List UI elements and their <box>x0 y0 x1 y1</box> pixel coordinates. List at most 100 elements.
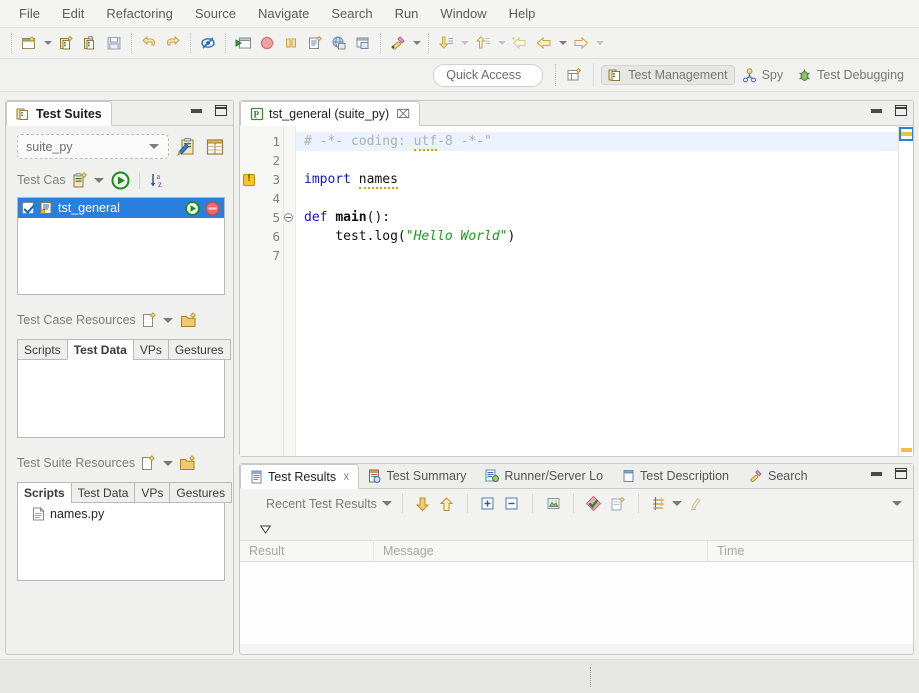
redo-icon[interactable] <box>161 31 185 55</box>
menu-item-help[interactable]: Help <box>498 2 547 25</box>
test-suite-resources-dropdown-arrow-icon[interactable] <box>161 452 174 474</box>
code-line[interactable]: def main(): <box>304 208 898 227</box>
run-icon[interactable] <box>185 200 200 216</box>
hide-annotations-icon[interactable] <box>196 31 220 55</box>
screenshot-icon[interactable] <box>541 492 565 516</box>
maximize-icon[interactable] <box>895 468 907 479</box>
test-case-dropdown-arrow-icon[interactable] <box>93 169 106 191</box>
new-folder-icon-2[interactable] <box>179 454 196 472</box>
new-resource-icon-2[interactable] <box>140 454 156 472</box>
recent-results-dropdown-arrow-icon[interactable] <box>381 493 394 515</box>
tab-test-data[interactable]: Test Data <box>66 339 133 360</box>
menu-item-file[interactable]: File <box>8 2 51 25</box>
forward-icon[interactable] <box>569 31 593 55</box>
new-folder-icon[interactable] <box>180 311 197 329</box>
perspective-spy[interactable]: Spy <box>735 65 791 86</box>
tab-suite-vps[interactable]: VPs <box>134 482 170 503</box>
pause-icon[interactable] <box>279 31 303 55</box>
new-test-suite-icon[interactable] <box>54 31 78 55</box>
expand-all-icon[interactable] <box>476 492 500 516</box>
tab-test-description[interactable]: Test Description <box>613 463 739 488</box>
minimize-icon[interactable] <box>871 108 882 113</box>
code-line[interactable] <box>304 189 898 208</box>
run-application-icon[interactable] <box>231 31 255 55</box>
maximize-icon[interactable] <box>895 105 907 116</box>
code-area[interactable]: 1 2 3 4 5 6 7 # -*- coding: utf-8 -*-" i… <box>240 126 913 456</box>
warning-icon[interactable] <box>243 173 255 186</box>
edit-suite-icon[interactable] <box>177 137 197 157</box>
new-script-icon[interactable] <box>303 31 327 55</box>
stop-icon[interactable] <box>205 200 220 216</box>
collapse-all-icon[interactable] <box>500 492 524 516</box>
list-item[interactable]: names.py <box>18 503 224 521</box>
test-case-resources-dropdown-arrow-icon[interactable] <box>162 309 175 331</box>
step-into-dropdown-arrow-icon[interactable] <box>458 32 471 54</box>
compare-dropdown-arrow-icon[interactable] <box>671 493 684 515</box>
tab-search[interactable]: Search <box>739 463 818 488</box>
code-line[interactable]: # -*- coding: utf-8 -*-" <box>296 132 898 151</box>
tab-suite-gestures[interactable]: Gestures <box>169 482 233 503</box>
code-line[interactable]: import names <box>304 170 898 189</box>
minimize-icon[interactable] <box>871 471 882 476</box>
up-arrow-icon[interactable] <box>435 492 459 516</box>
tab-gestures[interactable]: Gestures <box>167 339 231 360</box>
perspective-test-debugging[interactable]: Test Debugging <box>790 65 911 86</box>
step-out-dropdown-arrow-icon[interactable] <box>495 32 508 54</box>
menu-item-window[interactable]: Window <box>429 2 497 25</box>
down-arrow-icon[interactable] <box>411 492 435 516</box>
menu-item-navigate[interactable]: Navigate <box>247 2 320 25</box>
overview-bottom-marker[interactable] <box>901 448 912 452</box>
close-icon[interactable]: ☓ <box>343 470 349 484</box>
sort-az-icon[interactable]: a z <box>149 171 168 190</box>
maximize-icon[interactable] <box>215 105 227 116</box>
tab-test-results[interactable]: Test Results ☓ <box>240 464 360 489</box>
forward-dropdown-arrow-icon[interactable] <box>593 32 606 54</box>
tab-scripts[interactable]: Scripts <box>17 339 67 360</box>
run-dropdown-arrow-icon[interactable] <box>410 32 423 54</box>
run-test-icon[interactable] <box>111 171 130 190</box>
back-to-icon[interactable]: * <box>508 31 532 55</box>
menu-item-run[interactable]: Run <box>384 2 430 25</box>
run-icon[interactable] <box>386 31 410 55</box>
minimize-icon[interactable] <box>191 108 202 113</box>
tab-suite-test-data[interactable]: Test Data <box>70 482 135 503</box>
column-header-result[interactable]: Result <box>240 540 374 562</box>
save-icon[interactable] <box>102 31 126 55</box>
tab-vps[interactable]: VPs <box>132 339 168 360</box>
fold-collapse-icon[interactable] <box>284 213 293 222</box>
overview-ruler[interactable] <box>898 126 913 456</box>
test-suite-resources-list[interactable]: names.py <box>17 503 225 581</box>
overview-warning-marker[interactable] <box>901 132 912 136</box>
back-icon[interactable] <box>532 31 556 55</box>
folding-gutter[interactable] <box>284 126 296 456</box>
step-into-icon[interactable] <box>434 31 458 55</box>
menu-item-source[interactable]: Source <box>184 2 247 25</box>
recent-test-results-label[interactable]: Recent Test Results <box>266 497 377 511</box>
back-dropdown-arrow-icon[interactable] <box>556 32 569 54</box>
new-test-case-icon[interactable] <box>78 31 102 55</box>
results-table-body[interactable] <box>240 562 913 644</box>
test-case-resources-list[interactable] <box>17 360 225 438</box>
list-item[interactable]: tst_general <box>18 198 224 218</box>
perspective-test-management[interactable]: Test Management <box>601 65 735 85</box>
menu-item-search[interactable]: Search <box>320 2 383 25</box>
menu-item-refactoring[interactable]: Refactoring <box>95 2 183 25</box>
test-case-checkbox[interactable] <box>22 202 34 214</box>
column-header-message[interactable]: Message <box>374 540 708 562</box>
globe-save-icon[interactable] <box>327 31 351 55</box>
code-line[interactable] <box>304 151 898 170</box>
view-menu-arrow-icon[interactable] <box>890 493 903 515</box>
suite-table-icon[interactable] <box>205 137 225 157</box>
code-line[interactable] <box>304 246 898 265</box>
tab-tst-general[interactable]: P tst_general (suite_py) ⌧ <box>240 101 421 126</box>
test-case-list[interactable]: tst_general <box>17 197 225 295</box>
quick-access-input[interactable]: Quick Access <box>433 63 544 87</box>
tab-runner-server-log[interactable]: Runner/Server Lo <box>476 463 613 488</box>
close-icon[interactable]: ⌧ <box>396 107 410 121</box>
highlight-icon[interactable] <box>684 492 708 516</box>
new-report-icon[interactable] <box>606 492 630 516</box>
tab-test-suites[interactable]: Test Suites <box>6 101 112 126</box>
pass-filter-icon[interactable] <box>582 492 606 516</box>
new-file-icon[interactable] <box>17 31 41 55</box>
record-icon[interactable] <box>255 31 279 55</box>
